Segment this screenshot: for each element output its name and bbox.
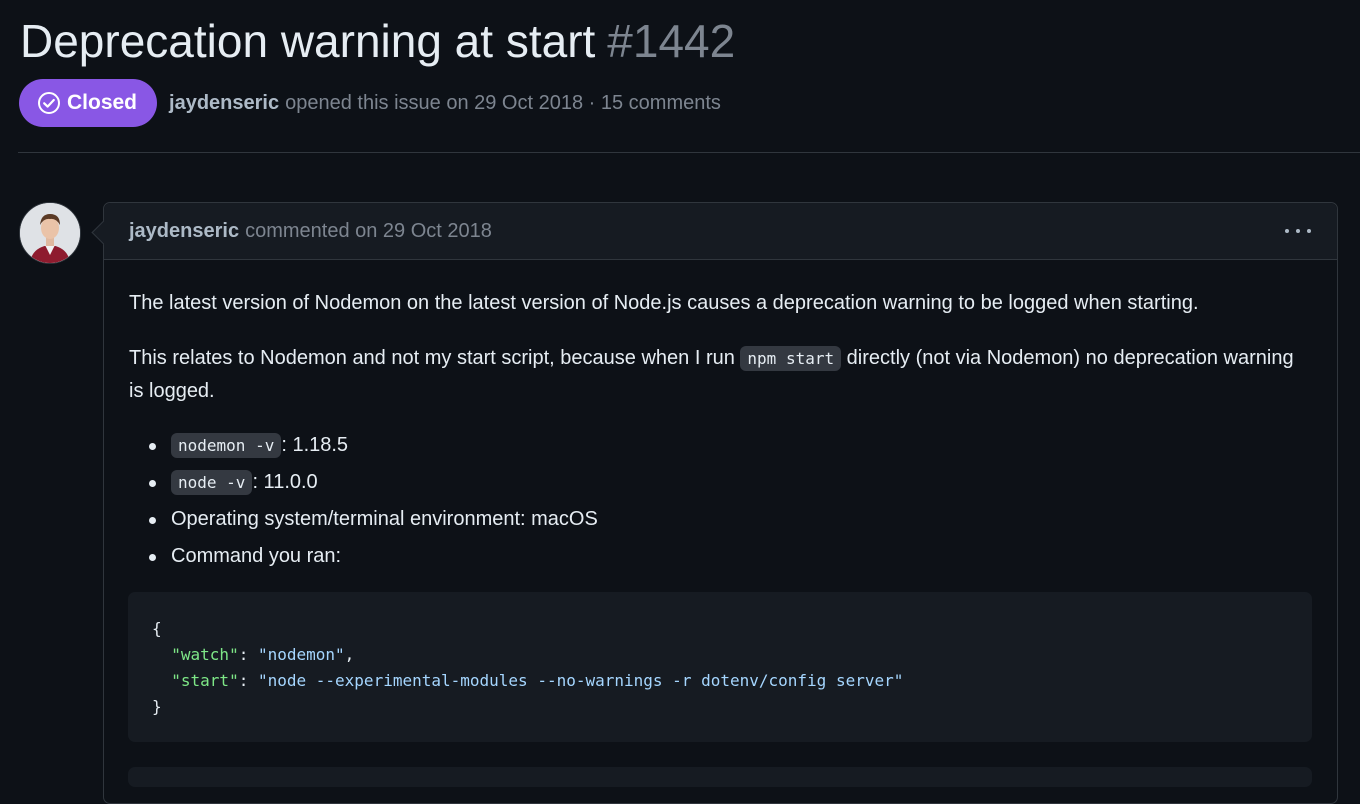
p2-text-before: This relates to Nodemon and not my start…	[129, 347, 741, 369]
comment-paragraph-1: The latest version of Nodemon on the lat…	[129, 292, 1199, 314]
inline-code-npm-start: npm start	[740, 346, 842, 371]
kebab-dot	[1296, 229, 1300, 233]
code-key-watch: "watch"	[171, 645, 239, 664]
kebab-dot	[1307, 229, 1311, 233]
check-circle-icon	[37, 91, 61, 115]
avatar[interactable]	[19, 202, 81, 264]
issue-number: #1442	[607, 15, 736, 67]
issue-author-link[interactable]: jaydenseric	[169, 92, 279, 114]
next-block-edge	[128, 767, 1312, 787]
status-badge-label: Closed	[67, 91, 138, 114]
list-item-text: Command you ran:	[171, 545, 342, 567]
list-item: Command you ran:	[149, 538, 598, 575]
issue-title-row: Deprecation warning at start #1442	[20, 12, 735, 70]
environment-list: nodemon -v: 1.18.5 node -v: 11.0.0 Opera…	[129, 427, 598, 575]
comment-author-link[interactable]: jaydenseric	[129, 220, 239, 243]
code-sep: :	[238, 671, 258, 690]
code-content: { "watch": "nodemon", "start": "node --e…	[152, 616, 903, 720]
list-item: nodemon -v: 1.18.5	[149, 427, 598, 464]
code-comma: ,	[344, 645, 355, 664]
status-badge: Closed	[19, 79, 158, 127]
comment-paragraph-2: This relates to Nodemon and not my start…	[129, 342, 1299, 407]
inline-code: node -v	[171, 470, 253, 495]
code-open-brace: {	[152, 619, 162, 638]
comment-header: jaydenseric commented on 29 Oct 2018	[104, 203, 1337, 260]
code-value-start: "node --experimental-modules --no-warnin…	[257, 671, 904, 690]
inline-code: nodemon -v	[171, 433, 282, 458]
list-item-text: Operating system/terminal environment: m…	[171, 508, 598, 530]
list-item: Operating system/terminal environment: m…	[149, 501, 598, 538]
kebab-dot	[1285, 229, 1289, 233]
issue-title: Deprecation warning at start	[20, 15, 596, 67]
list-item: node -v: 11.0.0	[149, 464, 598, 501]
code-sep: :	[238, 645, 258, 664]
code-key-start: "start"	[171, 671, 239, 690]
kebab-horizontal-icon[interactable]	[1285, 219, 1311, 243]
code-close-brace: }	[152, 697, 162, 716]
issue-meta: jaydenseric opened this issue on 29 Oct 2…	[169, 92, 721, 115]
code-block: { "watch": "nodemon", "start": "node --e…	[128, 592, 1312, 742]
code-value-watch: "nodemon"	[257, 645, 345, 664]
issue-meta-text: opened this issue on 29 Oct 2018 · 15 co…	[285, 91, 721, 114]
list-item-text: : 11.0.0	[252, 471, 318, 493]
list-item-text: : 1.18.5	[281, 434, 349, 456]
issue-meta-row: Closed jaydenseric opened this issue on 2…	[19, 79, 721, 127]
comment-meta: commented on 29 Oct 2018	[245, 219, 492, 242]
header-divider	[18, 152, 1360, 153]
